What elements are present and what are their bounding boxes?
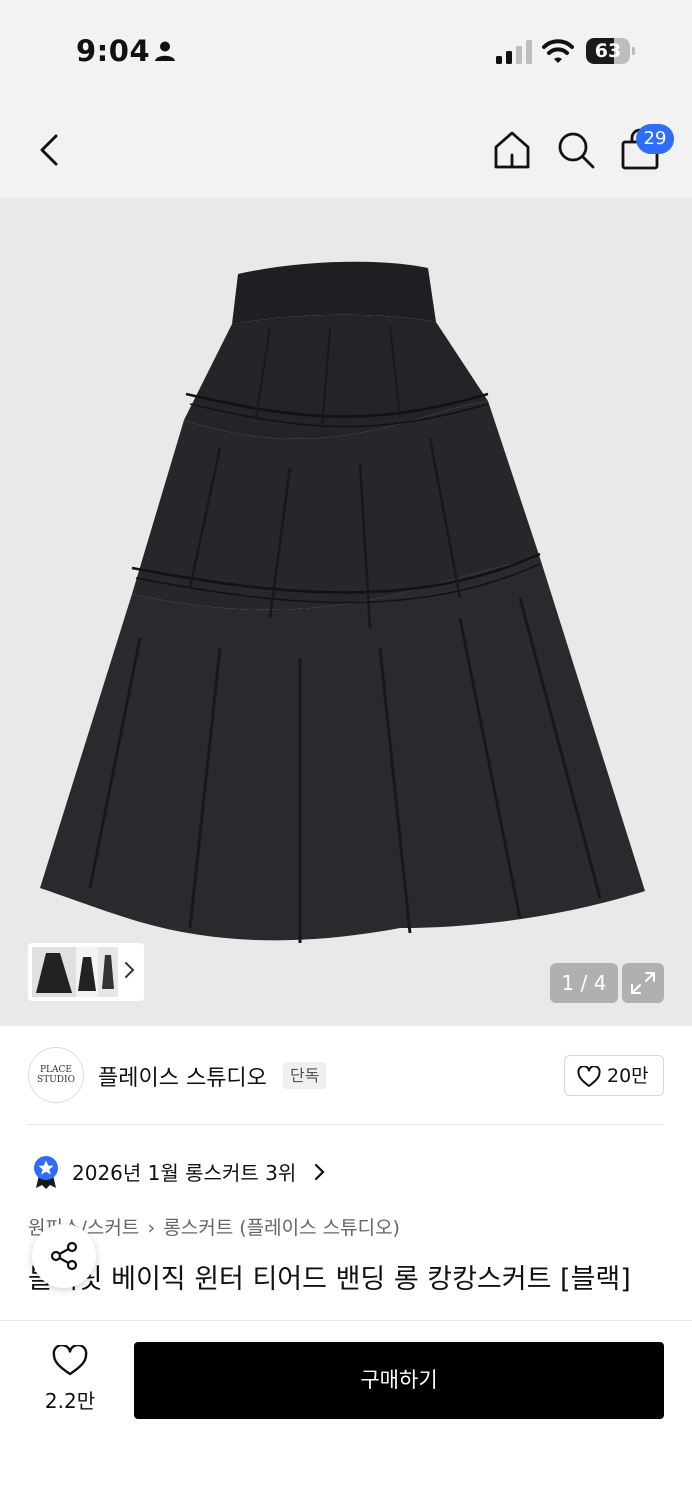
wifi-icon bbox=[542, 39, 574, 63]
product-image-gallery[interactable]: 1 / 4 bbox=[0, 198, 692, 1026]
breadcrumb-separator: › bbox=[147, 1217, 156, 1239]
share-icon bbox=[50, 1241, 78, 1271]
signal-icon bbox=[496, 40, 532, 64]
thumbnail-3[interactable] bbox=[98, 947, 118, 997]
home-icon[interactable] bbox=[490, 128, 534, 172]
battery-indicator: 63 bbox=[586, 38, 636, 64]
image-counter: 1 / 4 bbox=[550, 963, 618, 1003]
heart-icon bbox=[52, 1345, 88, 1376]
person-icon bbox=[155, 41, 175, 61]
chevron-right-icon[interactable] bbox=[124, 959, 136, 981]
brand-like-count: 20만 bbox=[607, 1065, 649, 1087]
thumbnail-strip[interactable] bbox=[28, 943, 144, 1001]
product-image bbox=[40, 261, 645, 943]
ranking-text[interactable]: 2026년 1월 롱스커트 3위 bbox=[72, 1157, 296, 1186]
chevron-right-icon[interactable] bbox=[314, 1162, 326, 1182]
back-icon[interactable] bbox=[30, 128, 66, 172]
share-button[interactable] bbox=[32, 1224, 96, 1288]
expand-icon[interactable] bbox=[622, 963, 664, 1003]
wishlist-count: 2.2만 bbox=[44, 1389, 96, 1413]
brand-name[interactable]: 플레이스 스튜디오 bbox=[98, 1060, 267, 1092]
status-time: 9:04 bbox=[76, 34, 151, 68]
ranking-badge-icon bbox=[34, 1156, 58, 1189]
top-bar: 9:04 63 29 bbox=[0, 0, 692, 198]
cart-count-badge: 29 bbox=[636, 124, 674, 154]
thumbnail-1[interactable] bbox=[32, 947, 76, 997]
battery-text: 63 bbox=[594, 40, 622, 62]
search-icon[interactable] bbox=[554, 128, 598, 172]
brand-logo[interactable]: PLACE STUDIO bbox=[28, 1047, 84, 1103]
exclusive-badge: 단독 bbox=[283, 1062, 327, 1089]
product-title: 블랙핏 베이직 윈터 티어드 밴딩 롱 캉캉스커트 [블랙] bbox=[28, 1264, 631, 1295]
breadcrumb-subcategory[interactable]: 롱스커트 (플레이스 스튜디오) bbox=[163, 1217, 400, 1239]
wishlist-button[interactable]: 2.2만 bbox=[28, 1345, 112, 1417]
buy-button[interactable]: 구매하기 bbox=[134, 1342, 664, 1419]
heart-icon bbox=[577, 1066, 601, 1087]
brand-logo-text: PLACE STUDIO bbox=[37, 1065, 75, 1085]
brand-like-button[interactable]: 20만 bbox=[564, 1055, 664, 1096]
thumbnail-2[interactable] bbox=[76, 947, 98, 997]
divider bbox=[28, 1124, 664, 1125]
